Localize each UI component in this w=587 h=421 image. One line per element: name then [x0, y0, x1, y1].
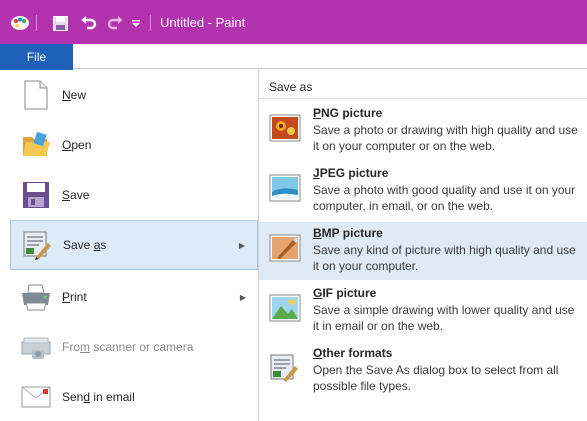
save-as-option-title: PNG picture — [313, 106, 383, 120]
scanner-icon — [20, 331, 52, 363]
save-as-icon — [21, 229, 53, 261]
menu-item-label: Save — [62, 188, 90, 202]
window-title: Untitled - Paint — [160, 15, 246, 30]
save-as-option-description: Open the Save As dialog box to select fr… — [313, 363, 559, 393]
save-as-option-description: Save a photo with good quality and use i… — [313, 183, 576, 213]
paint-app-icon[interactable] — [10, 14, 30, 32]
save-as-jpeg[interactable]: JPEG picture Save a photo with good qual… — [259, 162, 587, 220]
menu-item-label: Open — [62, 138, 92, 152]
title-separator — [36, 15, 37, 31]
save-as-panel: Save as PNG picture Save a photo or draw… — [259, 70, 587, 421]
save-as-option-description: Save a photo or drawing with high qualit… — [313, 123, 578, 153]
save-as-bmp[interactable]: BMP picture Save any kind of picture wit… — [259, 222, 587, 280]
gif-picture-icon — [269, 292, 301, 324]
save-as-other-formats[interactable]: Other formats Open the Save As dialog bo… — [259, 342, 587, 400]
menu-item-save[interactable]: Save — [10, 170, 258, 220]
file-tab[interactable]: File — [0, 44, 73, 70]
ribbon-divider — [73, 68, 587, 69]
menu-item-label: Send in email — [62, 390, 135, 404]
folder-open-icon — [20, 129, 52, 161]
save-as-option-description: Save any kind of picture with high quali… — [313, 243, 576, 273]
save-as-option-description: Save a simple drawing with lower quality… — [313, 303, 575, 333]
save-as-option-title: GIF picture — [313, 286, 377, 300]
menu-item-open[interactable]: Open — [10, 120, 258, 170]
save-as-option-title: JPEG picture — [313, 166, 389, 180]
png-picture-icon — [269, 112, 301, 144]
save-as-png[interactable]: PNG picture Save a photo or drawing with… — [259, 102, 587, 160]
printer-icon — [20, 281, 52, 313]
menu-item-label: From scanner or camera — [62, 340, 194, 354]
menu-item-save-as[interactable]: Save as ▶ — [10, 220, 258, 270]
customize-dropdown-icon[interactable] — [130, 14, 142, 32]
floppy-disk-icon — [20, 179, 52, 211]
menu-item-send-email[interactable]: Send in email — [10, 372, 258, 421]
save-as-option-title: Other formats — [313, 346, 393, 360]
email-icon — [20, 381, 52, 413]
menu-item-from-scanner[interactable]: From scanner or camera — [10, 322, 258, 372]
new-document-icon — [20, 79, 52, 111]
save-as-option-title: BMP picture — [313, 226, 383, 240]
redo-icon[interactable] — [106, 14, 124, 32]
bmp-picture-icon — [269, 232, 301, 264]
menu-item-label: New — [62, 88, 87, 102]
jpeg-picture-icon — [269, 172, 301, 204]
title-separator — [150, 15, 151, 31]
submenu-arrow-icon: ▶ — [239, 292, 246, 302]
other-formats-icon — [269, 352, 301, 384]
save-as-panel-title: Save as — [269, 80, 313, 94]
menu-item-new[interactable]: New — [10, 70, 258, 120]
menu-item-print[interactable]: Print ▶ — [10, 272, 258, 322]
submenu-arrow-icon: ▶ — [238, 240, 245, 250]
panel-divider — [259, 98, 587, 99]
undo-icon[interactable] — [80, 14, 98, 32]
menu-item-label: Save as — [63, 238, 107, 252]
save-icon[interactable] — [52, 14, 68, 32]
file-tab-label: File — [26, 50, 47, 64]
save-as-gif[interactable]: GIF picture Save a simple drawing with l… — [259, 282, 587, 340]
menu-item-label: Print — [62, 290, 87, 304]
title-bar: Untitled - Paint — [0, 0, 587, 44]
file-menu-list: New Open Save Save as ▶ Print ▶ From sca… — [0, 70, 258, 421]
